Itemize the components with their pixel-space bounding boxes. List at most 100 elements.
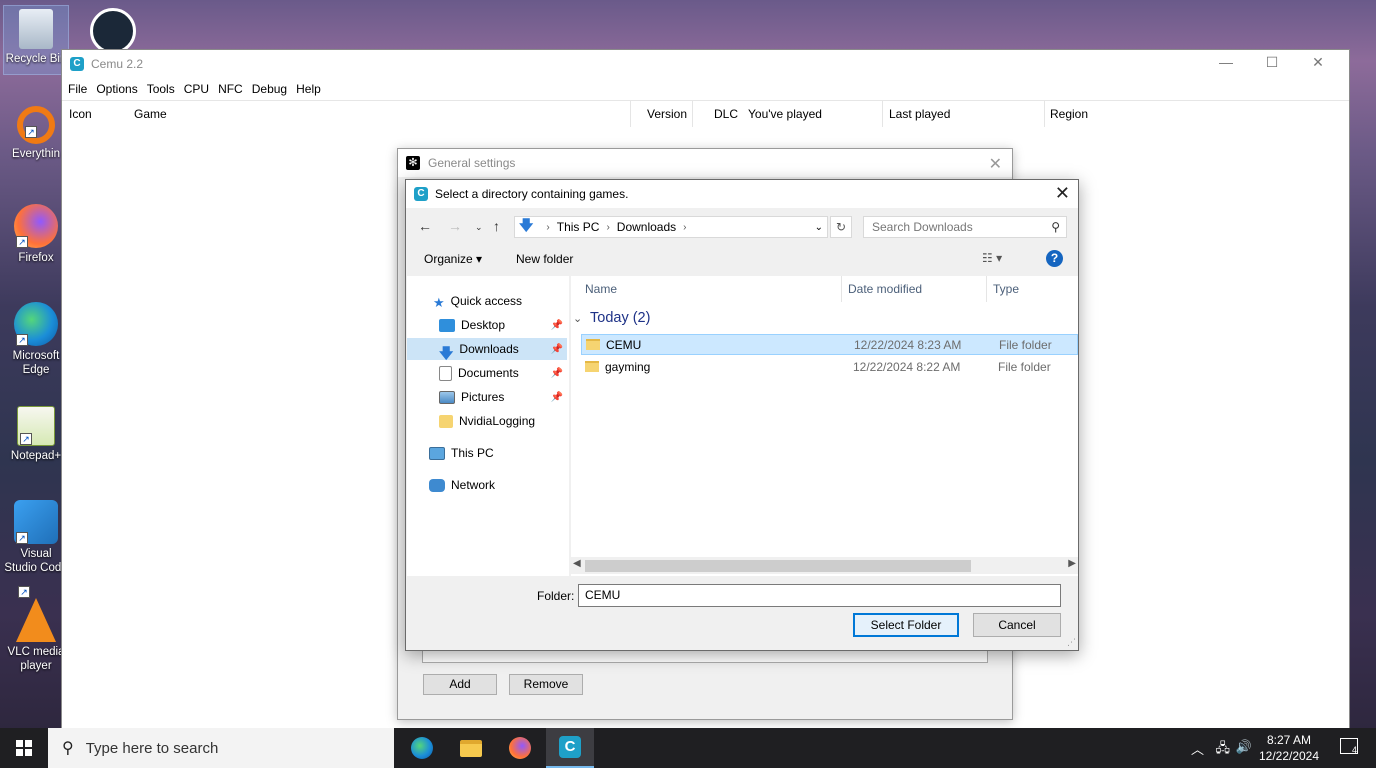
- start-button[interactable]: [0, 728, 48, 768]
- resize-grip-icon[interactable]: ⋰: [1067, 637, 1076, 648]
- col-played[interactable]: You've played: [748, 107, 822, 121]
- desktop-icon-vlc[interactable]: ↗ VLC media player: [4, 586, 68, 673]
- chevron-right-icon[interactable]: ›: [606, 222, 609, 233]
- add-path-button[interactable]: Add: [423, 674, 497, 695]
- chevron-down-icon[interactable]: ⌄: [815, 222, 823, 233]
- col-dlc[interactable]: DLC: [714, 107, 738, 121]
- taskbar: ⚲ Type here to search C ︿ 🖧 🔊 8:27 AM 12…: [0, 728, 1376, 768]
- refresh-icon[interactable]: ↻: [830, 216, 852, 238]
- col-date-modified[interactable]: Date modified: [848, 282, 922, 296]
- menu-nfc[interactable]: NFC: [218, 82, 250, 96]
- col-region[interactable]: Region: [1050, 107, 1088, 121]
- file-date: 12/22/2024 8:22 AM: [853, 359, 961, 374]
- nav-this-pc[interactable]: This PC: [407, 442, 567, 464]
- scrollbar-thumb[interactable]: [585, 560, 971, 572]
- back-arrow-icon[interactable]: ←: [418, 218, 432, 234]
- desktop-icon-label: VLC media player: [7, 646, 65, 672]
- nav-quick-access[interactable]: ★ Quick access: [407, 290, 567, 312]
- pictures-icon: [439, 390, 455, 404]
- col-last-played[interactable]: Last played: [889, 107, 950, 121]
- network-icon[interactable]: 🖧: [1216, 739, 1231, 761]
- select-folder-dialog: C Select a directory containing games. ✕…: [405, 179, 1079, 651]
- edge-icon: [411, 737, 433, 759]
- col-icon[interactable]: Icon: [69, 107, 92, 121]
- nav-nvidialogging[interactable]: NvidiaLogging: [407, 410, 567, 432]
- desktop-icon-firefox[interactable]: ↗ Firefox: [4, 204, 68, 265]
- remove-path-button[interactable]: Remove: [509, 674, 583, 695]
- help-icon[interactable]: ?: [1046, 250, 1063, 267]
- chevron-up-icon[interactable]: ︿: [1191, 739, 1204, 758]
- col-version[interactable]: Version: [647, 107, 687, 121]
- desktop-icon-vscode[interactable]: ↗ Visual Studio Code: [4, 500, 68, 575]
- forward-arrow-icon[interactable]: →: [448, 218, 462, 234]
- file-row-cemu[interactable]: CEMU 12/22/2024 8:23 AM File folder: [581, 334, 1078, 355]
- select-folder-button[interactable]: Select Folder: [853, 613, 959, 637]
- breadcrumb-downloads[interactable]: Downloads: [617, 220, 676, 234]
- everything-icon: ↗: [17, 106, 55, 144]
- taskbar-firefox[interactable]: [496, 728, 544, 768]
- menu-tools[interactable]: Tools: [147, 82, 182, 96]
- desktop-icon-recycle-bin[interactable]: Recycle Bin: [3, 5, 69, 75]
- taskbar-edge[interactable]: [398, 728, 446, 768]
- menu-options[interactable]: Options: [96, 82, 144, 96]
- general-settings-titlebar[interactable]: ✻ General settings: [398, 149, 1012, 177]
- folder-input[interactable]: CEMU: [578, 584, 1061, 607]
- folder-row: Folder: CEMU: [406, 584, 1078, 608]
- desktop-icon-edge[interactable]: ↗ Microsoft Edge: [4, 302, 68, 377]
- new-folder-button[interactable]: New folder: [516, 252, 573, 266]
- cemu-title: Cemu 2.2: [91, 57, 144, 71]
- cemu-menubar: File Options Tools CPU NFC Debug Help: [62, 78, 1349, 100]
- search-input[interactable]: Search Downloads ⚲: [863, 216, 1067, 238]
- chevron-right-icon[interactable]: ›: [546, 222, 549, 233]
- picker-titlebar[interactable]: C Select a directory containing games.: [406, 180, 1078, 208]
- nav-downloads[interactable]: 🡇 Downloads 📌: [407, 338, 567, 361]
- gear-icon: ✻: [406, 156, 420, 170]
- scroll-left-icon[interactable]: ◀: [573, 558, 581, 569]
- file-type: File folder: [998, 359, 1051, 374]
- file-row-gayming[interactable]: gayming 12/22/2024 8:22 AM File folder: [581, 356, 1078, 377]
- nav-network[interactable]: Network: [407, 474, 567, 496]
- breadcrumb-this-pc[interactable]: This PC: [557, 220, 600, 234]
- maximize-icon[interactable]: ☐: [1249, 54, 1295, 71]
- up-arrow-icon[interactable]: ↑: [493, 218, 500, 234]
- address-bar[interactable]: 🡇 › This PC › Downloads › ⌄: [514, 216, 828, 238]
- nav-pictures[interactable]: Pictures 📌: [407, 386, 567, 408]
- notification-count: 4: [1351, 745, 1357, 755]
- col-game[interactable]: Game: [134, 107, 167, 121]
- command-bar: Organize ▾ New folder ☷ ▾ ?: [406, 246, 1078, 272]
- cancel-button[interactable]: Cancel: [973, 613, 1061, 637]
- taskbar-search[interactable]: ⚲ Type here to search: [48, 728, 394, 768]
- volume-icon[interactable]: 🔊: [1236, 739, 1252, 755]
- col-name[interactable]: Name: [585, 282, 617, 296]
- address-bar-row: ← → ⌄ ↑ 🡇 › This PC › Downloads › ⌄ ↻ Se…: [406, 214, 1078, 240]
- nav-label: Desktop: [461, 318, 506, 332]
- nav-desktop[interactable]: Desktop 📌: [407, 314, 567, 336]
- view-options-icon[interactable]: ☷ ▾: [982, 251, 1002, 265]
- desktop-icon-everything[interactable]: ↗ Everythin: [4, 106, 68, 161]
- chevron-right-icon[interactable]: ›: [683, 222, 686, 233]
- organize-button[interactable]: Organize ▾: [424, 252, 482, 266]
- download-arrow-icon: 🡇: [439, 344, 454, 361]
- nav-documents[interactable]: Documents 📌: [407, 362, 567, 384]
- cemu-titlebar[interactable]: C Cemu 2.2: [62, 50, 1349, 78]
- taskbar-file-explorer[interactable]: [447, 728, 495, 768]
- nav-label: Pictures: [461, 390, 505, 404]
- notification-icon[interactable]: 4: [1340, 738, 1358, 755]
- group-header-today[interactable]: ⌄ Today (2): [573, 310, 650, 326]
- menu-cpu[interactable]: CPU: [184, 82, 216, 96]
- taskbar-cemu[interactable]: C: [546, 728, 594, 768]
- horizontal-scrollbar[interactable]: ◀ ▶: [571, 557, 1078, 574]
- close-icon[interactable]: ✕: [989, 154, 1002, 174]
- recent-dropdown-icon[interactable]: ⌄: [475, 222, 483, 233]
- menu-debug[interactable]: Debug: [252, 82, 294, 96]
- menu-file[interactable]: File: [68, 82, 94, 96]
- taskbar-search-placeholder: Type here to search: [85, 739, 219, 757]
- col-type[interactable]: Type: [993, 282, 1019, 296]
- clock[interactable]: 8:27 AM 12/22/2024: [1258, 732, 1320, 764]
- close-icon[interactable]: ✕: [1295, 54, 1341, 71]
- scroll-right-icon[interactable]: ▶: [1068, 558, 1076, 569]
- minimize-icon[interactable]: —: [1203, 54, 1249, 71]
- desktop-icon-notepad-plus[interactable]: ↗ Notepad+: [4, 406, 68, 463]
- close-icon[interactable]: ✕: [1055, 183, 1070, 204]
- menu-help[interactable]: Help: [296, 82, 328, 96]
